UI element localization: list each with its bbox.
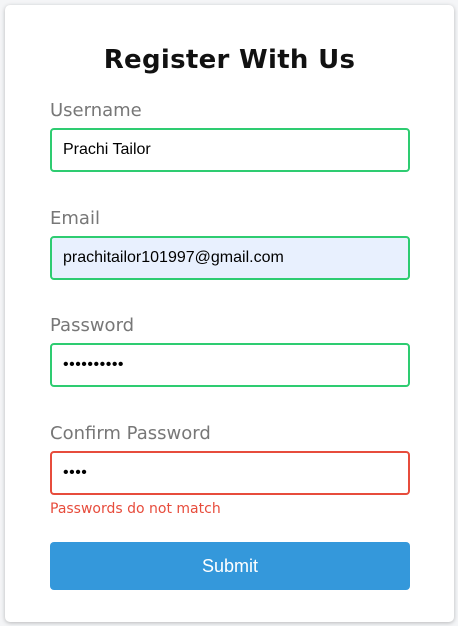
confirm-password-input[interactable] <box>50 451 410 495</box>
password-field-group: Password <box>50 314 410 387</box>
username-field-group: Username <box>50 99 410 172</box>
submit-button[interactable]: Submit <box>50 542 410 590</box>
password-input[interactable] <box>50 343 410 387</box>
register-form-card: Register With Us Username Email Password… <box>5 5 454 622</box>
email-field-group: Email <box>50 207 410 280</box>
confirm-password-error-message: Passwords do not match <box>50 501 221 517</box>
username-label: Username <box>50 100 142 121</box>
email-input[interactable] <box>50 236 410 280</box>
form-title: Register With Us <box>103 45 356 75</box>
password-label: Password <box>50 315 135 336</box>
confirm-password-field-group: Confirm Password Passwords do not match <box>50 422 410 518</box>
username-input[interactable] <box>50 128 410 172</box>
confirm-password-label: Confirm Password <box>50 423 211 444</box>
email-label: Email <box>50 208 100 229</box>
